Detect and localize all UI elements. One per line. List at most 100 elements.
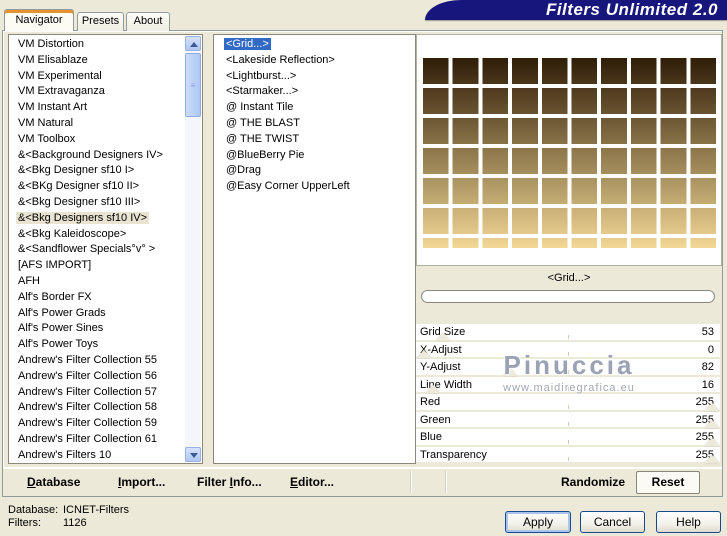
toolbar-item-database[interactable]: Database xyxy=(27,468,80,497)
navigator-list-item[interactable]: &<Bkg Designer sf10 I> xyxy=(9,163,185,179)
navigator-list-item[interactable]: Alf's Power Grads xyxy=(9,306,185,322)
navigator-list-item[interactable]: AFH xyxy=(9,274,185,290)
help-button[interactable]: Help xyxy=(656,511,721,533)
navigator-list-item[interactable]: Andrew's Filter Collection 58 xyxy=(9,400,185,416)
navigator-list-item[interactable]: Andrew's Filter Collection 61 xyxy=(9,432,185,448)
navigator-list-items: VM Distortion VM Elisablaze VM Experimenta… xyxy=(9,37,185,463)
apply-button[interactable]: Apply xyxy=(505,511,571,533)
slider-label: Green xyxy=(420,413,451,426)
filter-preview-image xyxy=(423,58,720,248)
navigator-list-item[interactable]: &<Bkg Designers sf10 IV> xyxy=(9,211,185,227)
slider-line-width[interactable]: Line Width 16 xyxy=(416,376,720,394)
slider-thumb[interactable] xyxy=(705,402,720,411)
slider-label: Transparency xyxy=(420,448,487,461)
navigator-list-item[interactable]: &<Bkg Kaleidoscope> xyxy=(9,227,185,243)
slider-x-adjust[interactable]: X-Adjust 0 xyxy=(416,341,720,359)
navigator-list-item[interactable]: Andrew's Filter Collection 57 xyxy=(9,385,185,401)
slider-center-tick xyxy=(568,369,569,374)
navigator-list-item[interactable]: VM Extravaganza xyxy=(9,84,185,100)
slider-center-tick xyxy=(568,334,569,339)
tab-about[interactable]: About xyxy=(126,12,170,31)
navigator-list: VM Distortion VM Elisablaze VM Experimenta… xyxy=(8,34,203,464)
navigator-list-item[interactable]: Alf's Border FX xyxy=(9,290,185,306)
scrollbar-track[interactable]: ≡ xyxy=(185,36,201,462)
slider-thumb[interactable] xyxy=(705,455,720,463)
filter-list-item[interactable]: @ Instant Tile xyxy=(214,100,415,116)
scrollbar-thumb[interactable]: ≡ xyxy=(185,53,201,117)
progress-bar xyxy=(421,290,715,303)
toolbar-separator xyxy=(445,471,447,493)
slider-label: Blue xyxy=(420,431,443,443)
navigator-list-item[interactable]: VM Instant Art xyxy=(9,100,185,116)
slider-thumb[interactable] xyxy=(503,367,518,376)
filter-list-item[interactable]: @ THE TWIST xyxy=(214,132,415,148)
navigator-list-item[interactable]: VM Distortion xyxy=(9,37,185,53)
toolbar-item-filter-info[interactable]: Filter Info... xyxy=(197,468,262,497)
arrow-down-icon xyxy=(190,453,198,458)
navigator-list-item[interactable]: Andrew's Filter Collection 55 xyxy=(9,353,185,369)
toolbar-item-randomize[interactable]: Randomize xyxy=(561,468,625,497)
navigator-list-item[interactable]: VM Natural xyxy=(9,116,185,132)
navigator-list-item[interactable]: Andrew's Filter Collection 59 xyxy=(9,416,185,432)
selected-filter-caption: <Grid...> xyxy=(547,272,591,284)
toolbar-separator xyxy=(410,471,412,493)
tab-navigator[interactable]: Navigator xyxy=(4,9,74,31)
tab-presets[interactable]: Presets xyxy=(77,12,124,31)
filter-list-item[interactable]: <Grid...> xyxy=(214,37,415,53)
slider-green[interactable]: Green 255 xyxy=(416,411,720,429)
database-value: ICNET-Filters xyxy=(63,504,129,516)
scrollbar-up-button[interactable] xyxy=(185,36,201,51)
toolbar-item-editor[interactable]: Editor... xyxy=(290,468,334,497)
navigator-list-item[interactable]: [AFS IMPORT] xyxy=(9,258,185,274)
slider-thumb[interactable] xyxy=(425,385,440,393)
toolbar-item-import[interactable]: Import... xyxy=(118,468,165,497)
filter-list-item[interactable]: @BlueBerry Pie xyxy=(214,148,415,164)
cancel-button[interactable]: Cancel xyxy=(580,511,645,533)
slider-thumb[interactable] xyxy=(416,350,431,358)
navigator-list-item[interactable]: &<BKg Designer sf10 II> xyxy=(9,179,185,195)
navigator-list-item[interactable]: &<Bkg Designer sf10 III> xyxy=(9,195,185,211)
filter-list: <Grid...> <Lakeside Reflection> <Lightburs… xyxy=(213,34,416,464)
slider-value: 16 xyxy=(701,378,714,391)
slider-grid-size[interactable]: Grid Size 53 xyxy=(416,324,720,342)
filter-list-item[interactable]: @Drag xyxy=(214,163,415,179)
navigator-list-item[interactable]: VM Elisablaze xyxy=(9,53,185,69)
slider-center-tick xyxy=(568,439,569,444)
filter-list-item[interactable]: <Starmaker...> xyxy=(214,84,415,100)
slider-thumb[interactable] xyxy=(705,420,720,428)
arrow-up-icon xyxy=(190,42,198,47)
slider-blue[interactable]: Blue 255 xyxy=(416,429,720,447)
scrollbar-down-button[interactable] xyxy=(185,447,201,462)
slider-center-tick xyxy=(568,404,569,409)
navigator-list-item[interactable]: VM Experimental xyxy=(9,69,185,85)
slider-thumb[interactable] xyxy=(705,437,720,446)
navigator-list-item[interactable]: Andrew's Filter Collection 56 xyxy=(9,369,185,385)
slider-transparency[interactable]: Transparency 255 xyxy=(416,446,720,464)
navigator-list-item[interactable]: VM Toolbox xyxy=(9,132,185,148)
filters-unlimited-dialog: { "window": { "title": "Filters Unlimite… xyxy=(0,0,727,536)
filters-count-label: Filters: xyxy=(8,517,41,529)
parameter-sliders: Grid Size 53 X-Adjust 0 Y-Adjust 82 Line Width… xyxy=(416,324,720,464)
database-label: Database: xyxy=(8,504,59,516)
filter-list-item[interactable]: @ THE BLAST xyxy=(214,116,415,132)
filter-list-item[interactable]: @Easy Corner UpperLeft xyxy=(214,179,415,195)
navigator-list-item[interactable]: &<Sandflower Specials°v° > xyxy=(9,242,185,258)
navigator-list-item[interactable]: Andrew's Filters 10 xyxy=(9,448,185,463)
slider-red[interactable]: Red 255 xyxy=(416,394,720,412)
filter-list-item[interactable]: <Lakeside Reflection> xyxy=(214,53,415,69)
slider-thumb[interactable] xyxy=(436,332,451,341)
navigator-list-item[interactable]: Alf's Power Toys xyxy=(9,337,185,353)
status-area: Database: ICNET-Filters Filters: 1126 xyxy=(8,504,129,530)
navigator-list-item[interactable]: &<Background Designers IV> xyxy=(9,148,185,164)
slider-label: Red xyxy=(420,396,441,408)
tab-page: VM Distortion VM Elisablaze VM Experimenta… xyxy=(2,30,723,497)
reset-button[interactable]: Reset xyxy=(636,471,700,494)
filters-count-value: 1126 xyxy=(63,517,87,529)
filter-settings-pane: <Grid...> Grid Size 53 X-Adjust 0 Y-Adjust 82… xyxy=(416,34,722,464)
slider-value: 0 xyxy=(707,343,714,356)
slider-center-tick xyxy=(568,352,569,356)
slider-y-adjust[interactable]: Y-Adjust 82 xyxy=(416,359,720,377)
filter-list-item[interactable]: <Lightburst...> xyxy=(214,69,415,85)
slider-center-tick xyxy=(568,387,569,391)
navigator-list-item[interactable]: Alf's Power Sines xyxy=(9,321,185,337)
